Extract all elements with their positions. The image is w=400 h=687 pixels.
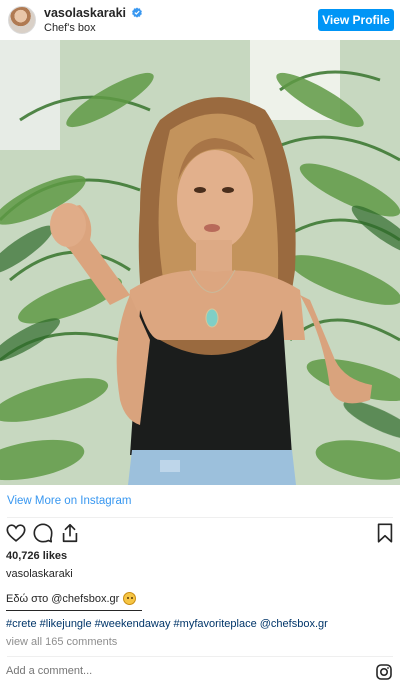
divider xyxy=(7,517,393,518)
comment-icon[interactable] xyxy=(32,522,54,544)
view-more-link[interactable]: View More on Instagram xyxy=(7,495,131,507)
share-icon[interactable] xyxy=(59,522,81,544)
view-comments-link[interactable]: view all 165 comments xyxy=(6,636,117,648)
post-photo-illustration xyxy=(0,40,400,485)
likes-count[interactable]: 40,726 likes xyxy=(6,550,67,562)
post-owner[interactable]: vasolaskaraki xyxy=(6,568,73,580)
avatar[interactable] xyxy=(8,6,36,34)
instagram-logo-icon[interactable] xyxy=(376,664,392,680)
hashtags[interactable]: #crete #likejungle #weekendaway #myfavor… xyxy=(6,618,328,630)
heart-icon[interactable] xyxy=(5,522,27,544)
pensive-face-emoji xyxy=(123,592,137,605)
verified-badge-icon xyxy=(132,7,142,18)
post-header: vasolaskaraki Chef's box View Profile xyxy=(0,0,400,40)
username[interactable]: vasolaskaraki xyxy=(44,6,126,20)
comment-input[interactable] xyxy=(6,665,306,677)
action-bar xyxy=(0,522,400,546)
view-profile-button[interactable]: View Profile xyxy=(318,9,394,31)
caption-rule xyxy=(6,610,142,611)
caption: Εδώ στο @chefsbox.gr xyxy=(6,592,137,605)
post-photo[interactable] xyxy=(0,40,400,485)
caption-text: Εδώ στο @chefsbox.gr xyxy=(6,592,120,605)
user-line: vasolaskaraki xyxy=(44,6,143,20)
comment-bar xyxy=(0,657,400,687)
location-label[interactable]: Chef's box xyxy=(44,22,96,34)
bookmark-icon[interactable] xyxy=(374,522,396,544)
